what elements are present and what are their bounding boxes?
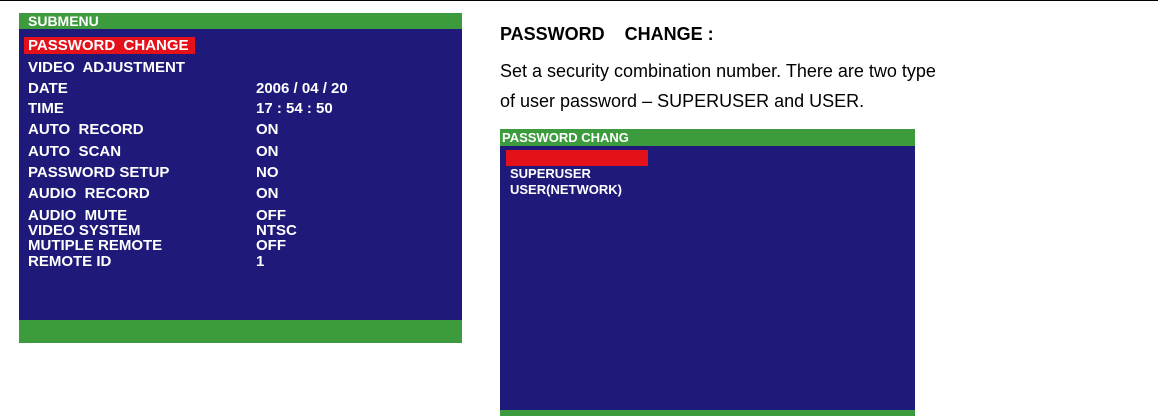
- menu-item-time[interactable]: TIME 17 : 54 : 50: [19, 100, 462, 117]
- menu-item-label: AUTO RECORD: [28, 121, 144, 138]
- description-line: of user password – SUPERUSER and USER.: [500, 91, 865, 111]
- menu-item-value: 2006 / 04 / 20: [256, 80, 348, 97]
- submenu-title: SUBMENU: [28, 13, 99, 29]
- menu-item-user-network[interactable]: USER(NETWORK): [500, 166, 622, 197]
- menu-item-label: SUPERUSER: [510, 166, 591, 181]
- menu-item-label: AUTO SCAN: [28, 143, 122, 160]
- description-line: Set a security combination number. There…: [500, 61, 936, 81]
- menu-item-value: 17 : 54 : 50: [256, 100, 333, 117]
- menu-item-value: ON: [256, 121, 279, 138]
- submenu-footer: [19, 320, 462, 343]
- section-title: PASSWORD CHANGE :: [500, 24, 714, 44]
- submenu-panel: SUBMENU PASSWORD CHANGE VIDEO ADJUSTMENT…: [19, 13, 462, 343]
- password-panel-title: PASSWORD CHANG: [502, 130, 629, 145]
- menu-item-label: TIME: [28, 100, 64, 117]
- submenu-header: SUBMENU: [19, 13, 462, 29]
- password-panel-footer: [500, 410, 915, 416]
- menu-item-label: PASSWORD SETUP: [28, 164, 170, 181]
- menu-item-video-adjustment[interactable]: VIDEO ADJUSTMENT: [19, 59, 462, 76]
- menu-item-audio-record[interactable]: AUDIO RECORD ON: [19, 185, 462, 202]
- menu-item-superuser[interactable]: SUPERUSER: [506, 150, 648, 181]
- menu-item-auto-record[interactable]: AUTO RECORD ON: [19, 121, 462, 138]
- menu-item-label: DATE: [28, 80, 68, 97]
- menu-item-auto-scan[interactable]: AUTO SCAN ON: [19, 143, 462, 160]
- section-description: Set a security combination number. There…: [500, 56, 1155, 116]
- menu-item-password-change[interactable]: PASSWORD CHANGE: [19, 37, 462, 54]
- menu-item-value: NO: [256, 164, 279, 181]
- menu-item-label: USER(NETWORK): [510, 182, 622, 197]
- menu-item-mutiple-remote[interactable]: MUTIPLE REMOTE OFF: [19, 237, 462, 254]
- password-panel-header: PASSWORD CHANG: [500, 129, 915, 146]
- menu-item-label: AUDIO RECORD: [28, 185, 150, 202]
- menu-item-label: PASSWORD CHANGE: [24, 37, 195, 54]
- menu-item-value: ON: [256, 185, 279, 202]
- password-change-panel: PASSWORD CHANG SUPERUSER USER(NETWORK): [500, 129, 915, 416]
- menu-item-value: OFF: [256, 237, 286, 254]
- top-rule: [0, 0, 1158, 1]
- menu-item-value: 1: [256, 253, 265, 270]
- menu-item-password-setup[interactable]: PASSWORD SETUP NO: [19, 164, 462, 181]
- menu-item-remote-id[interactable]: REMOTE ID 1: [19, 253, 462, 270]
- menu-item-label: REMOTE ID: [28, 253, 112, 270]
- menu-item-value: ON: [256, 143, 279, 160]
- menu-item-label: MUTIPLE REMOTE: [28, 237, 163, 254]
- menu-item-date[interactable]: DATE 2006 / 04 / 20: [19, 80, 462, 97]
- menu-item-label: VIDEO ADJUSTMENT: [28, 59, 185, 76]
